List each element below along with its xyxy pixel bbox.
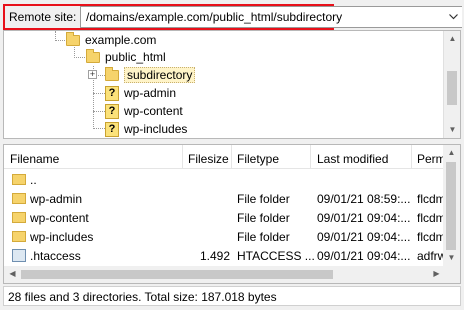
scrollbar-thumb[interactable] (446, 162, 456, 250)
file-type: File folder (237, 230, 290, 244)
file-name: wp-admin (30, 192, 83, 206)
scrollbar-thumb[interactable] (21, 270, 333, 279)
file-permissions: adfrw (417, 249, 447, 263)
column-divider[interactable] (411, 145, 412, 169)
remote-site-label: Remote site: (9, 10, 77, 24)
tree-vertical-scrollbar[interactable]: ▲ ▼ (443, 31, 460, 138)
file-list-header: Filename Filesize Filetype Last modified… (4, 145, 460, 169)
chevron-down-icon[interactable] (445, 7, 462, 27)
file-modified: 09/01/21 08:59:... (317, 192, 411, 206)
file-type: File folder (237, 192, 290, 206)
file-permissions: flcdm (417, 211, 446, 225)
column-filetype[interactable]: Filetype (237, 152, 279, 166)
file-icon (12, 249, 26, 262)
tree-node-subdirectory[interactable]: subdirectory (105, 66, 196, 84)
file-list-vertical-scrollbar[interactable]: ▲ ▼ (443, 145, 460, 266)
scroll-down-arrow-icon[interactable]: ▼ (443, 250, 460, 266)
scroll-up-arrow-icon[interactable]: ▲ (444, 31, 460, 47)
scroll-left-arrow-icon[interactable]: ◀ (4, 266, 21, 282)
tree-node-wp-includes[interactable]: ? wp-includes (105, 120, 187, 138)
tree-connector (93, 93, 105, 94)
tree-node-label: example.com (85, 33, 157, 47)
tree-node-label: wp-content (124, 104, 183, 118)
file-row[interactable]: wp-admin File folder 09/01/21 08:59:... … (4, 189, 446, 208)
remote-site-path: /domains/example.com/public_html/subdire… (86, 10, 343, 24)
file-row[interactable]: wp-content File folder 09/01/21 09:04:..… (4, 208, 446, 227)
column-divider[interactable] (310, 145, 311, 169)
folder-icon (12, 231, 26, 242)
tree-node-example-com[interactable]: example.com (66, 31, 156, 49)
scrollbar-corner (443, 266, 460, 283)
tree-connector (93, 111, 105, 112)
scrollbar-thumb[interactable] (447, 71, 457, 105)
folder-icon (12, 174, 26, 185)
column-last-modified[interactable]: Last modified (317, 152, 388, 166)
column-filesize[interactable]: Filesize (188, 152, 229, 166)
tree-node-label: public_html (105, 50, 166, 64)
file-name: wp-content (30, 211, 89, 225)
tree-node-label: subdirectory (124, 67, 196, 83)
column-filename[interactable]: Filename (10, 152, 59, 166)
unknown-folder-icon: ? (105, 103, 119, 119)
tree-node-label: wp-admin (124, 86, 177, 100)
file-row[interactable]: .htaccess 1.492 HTACCESS ... 09/01/21 09… (4, 246, 447, 265)
status-bar: 28 files and 3 directories. Total size: … (3, 286, 461, 306)
unknown-folder-icon: ? (105, 121, 119, 137)
tree-node-wp-content[interactable]: ? wp-content (105, 102, 183, 120)
remote-file-list: Filename Filesize Filetype Last modified… (3, 144, 461, 284)
status-text: 28 files and 3 directories. Total size: … (8, 290, 277, 304)
file-row[interactable]: wp-includes File folder 09/01/21 09:04:.… (4, 227, 446, 246)
tree-node-public-html[interactable]: public_html (86, 48, 166, 66)
file-size: 1.492 (200, 249, 231, 263)
file-modified: 09/01/21 09:04:... (317, 211, 411, 225)
tree-connector (93, 128, 105, 129)
tree-connector (55, 40, 65, 41)
folder-icon (12, 193, 26, 204)
column-divider[interactable] (231, 145, 232, 169)
folder-icon (12, 212, 26, 223)
file-permissions: flcdm (417, 192, 446, 206)
column-permissions[interactable]: Perm (417, 152, 446, 166)
file-row[interactable]: .. (4, 170, 445, 189)
tree-node-label: wp-includes (124, 122, 188, 136)
folder-icon (66, 31, 80, 46)
file-name: .htaccess (30, 249, 81, 263)
file-list-horizontal-scrollbar[interactable]: ◀ ▶ (4, 266, 445, 283)
folder-icon (86, 48, 100, 63)
expand-icon[interactable]: + (88, 70, 97, 79)
scroll-up-arrow-icon[interactable]: ▲ (443, 145, 460, 161)
file-name: wp-includes (30, 230, 94, 244)
file-name: .. (30, 173, 37, 187)
remote-site-bar: Remote site: /domains/example.com/public… (0, 0, 464, 30)
file-modified: 09/01/21 09:04:... (317, 249, 411, 263)
tree-node-wp-admin[interactable]: ? wp-admin (105, 84, 176, 102)
unknown-folder-icon: ? (105, 85, 119, 101)
tree-connector (98, 75, 105, 76)
column-divider[interactable] (182, 145, 183, 169)
file-permissions: flcdm (417, 230, 446, 244)
file-type: File folder (237, 211, 290, 225)
file-type: HTACCESS ... (237, 249, 315, 263)
tree-connector (74, 57, 85, 58)
remote-site-input[interactable]: /domains/example.com/public_html/subdire… (80, 6, 462, 28)
remote-directory-tree: example.com public_html + subdirectory ?… (3, 30, 461, 139)
scroll-down-arrow-icon[interactable]: ▼ (444, 122, 460, 138)
folder-icon (105, 66, 119, 81)
file-modified: 09/01/21 09:04:... (317, 230, 411, 244)
